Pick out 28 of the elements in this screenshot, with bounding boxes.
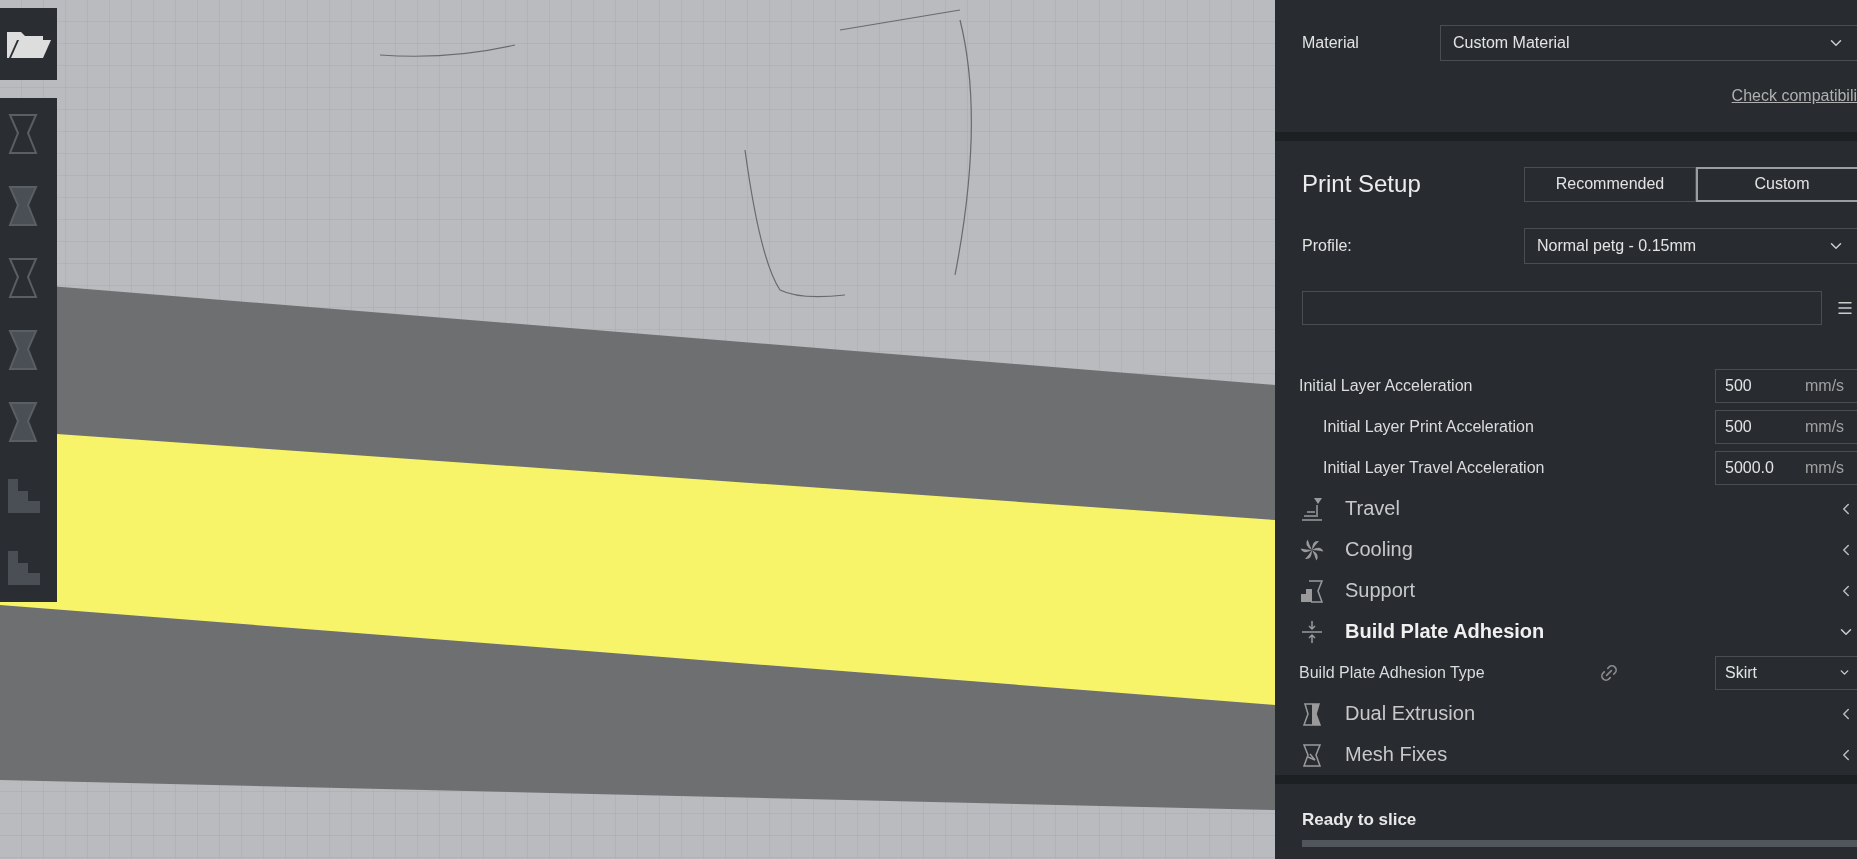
arrows-icon <box>1299 618 1325 645</box>
section-title: Print Setup <box>1302 170 1422 198</box>
category-title[interactable]: Build Plate Adhesion <box>1345 620 1545 643</box>
profile-dropdown[interactable]: Normal petg - 0.15mm <box>1524 228 1857 264</box>
category-title[interactable]: Travel <box>1345 497 1400 520</box>
category-title[interactable]: Mesh Fixes <box>1345 743 1448 766</box>
shape-icon <box>1299 577 1325 604</box>
mode-tab[interactable]: Custom <box>1696 166 1857 202</box>
category-title[interactable]: Dual Extrusion <box>1345 702 1476 725</box>
setting-label: Initial Layer Acceleration <box>1298 376 1474 395</box>
setting-label: Build Plate Adhesion Type <box>1298 663 1486 682</box>
setting-input[interactable]: 5000.0 mm/s <box>1715 450 1857 485</box>
menu-icon[interactable] <box>1836 299 1854 317</box>
material-dropdown[interactable]: Custom Material <box>1440 25 1857 61</box>
category-title[interactable]: Support <box>1345 579 1416 602</box>
category-title[interactable]: Cooling <box>1345 538 1413 561</box>
search-field[interactable] <box>1302 291 1822 325</box>
mode-tab[interactable]: Recommended <box>1524 166 1696 202</box>
nozzle-icon <box>1299 495 1325 522</box>
setting-input[interactable]: 500 mm/s <box>1715 409 1857 444</box>
compatibility-link[interactable]: Check compatibili <box>1731 87 1857 105</box>
setting-label: Initial Layer Print Acceleration <box>1322 417 1535 436</box>
material-label: Material <box>1302 34 1360 52</box>
setting-label: Initial Layer Travel Acceleration <box>1322 458 1546 477</box>
profile-label: Profile: <box>1302 237 1353 255</box>
setting-input[interactable]: 500 mm/s <box>1715 368 1857 403</box>
status-text: Ready to slice <box>1302 810 1417 829</box>
setting-dropdown[interactable]: Skirt <box>1715 655 1857 690</box>
